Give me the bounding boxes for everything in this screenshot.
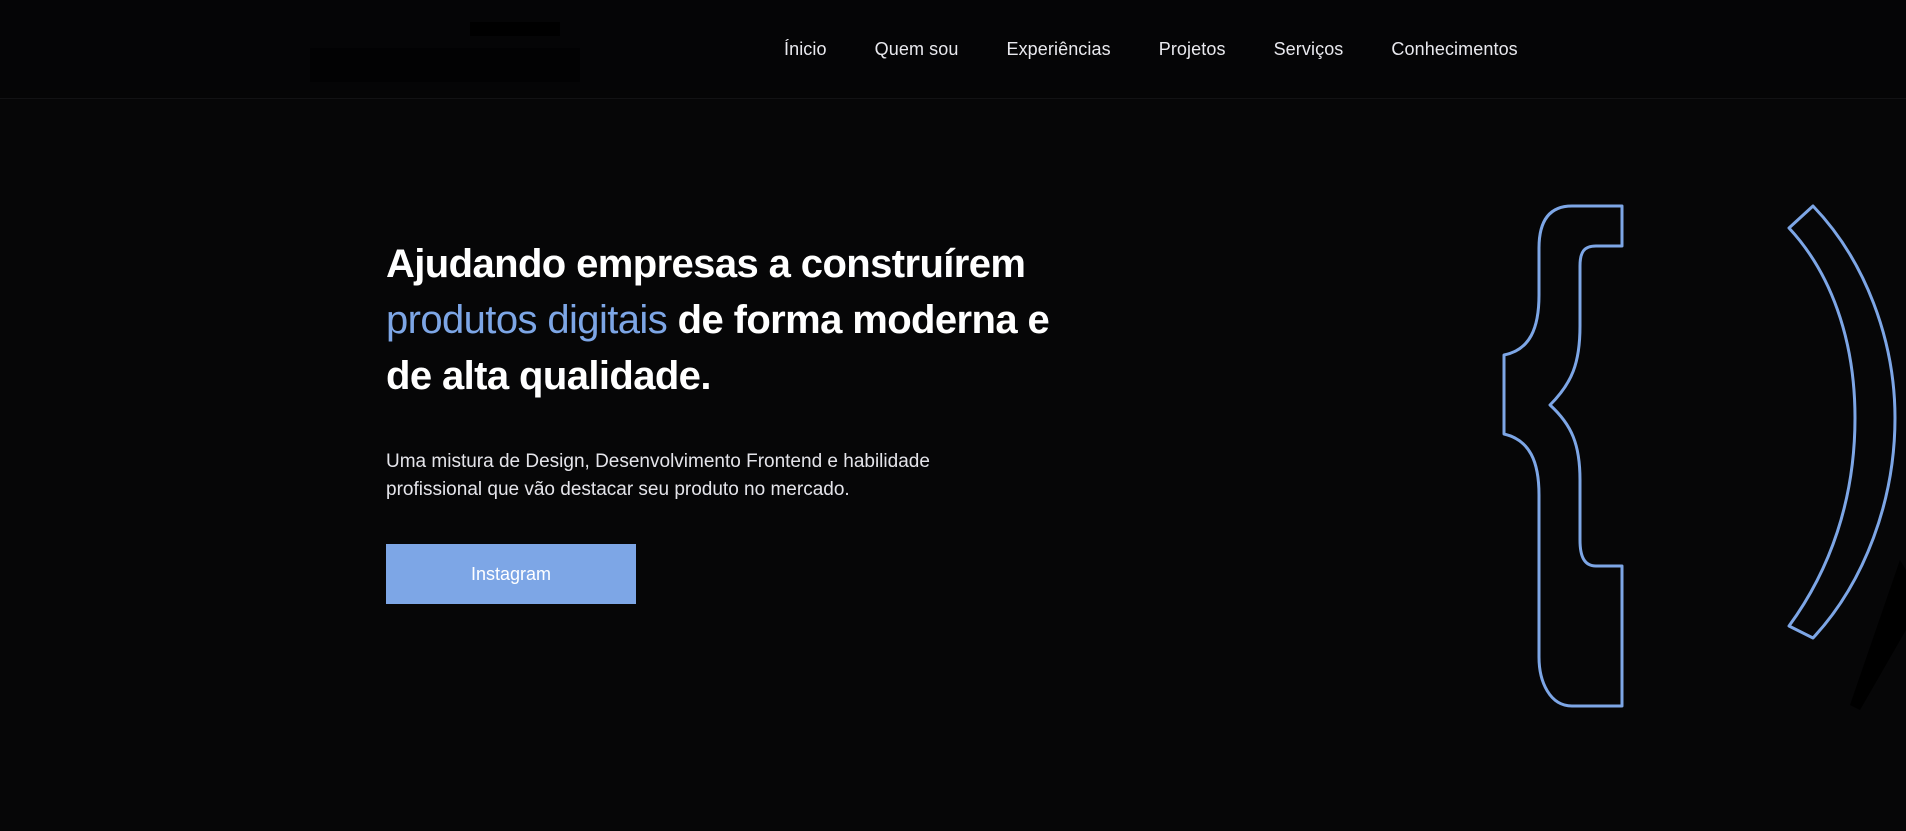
main-nav: Ínicio Quem sou Experiências Projetos Se…	[784, 0, 1518, 99]
hero-section: Ajudando empresas a construírem produtos…	[386, 236, 1066, 604]
code-braces-icon	[1470, 200, 1906, 710]
hero-headline: Ajudando empresas a construírem produtos…	[386, 236, 1066, 404]
logo[interactable]	[250, 18, 590, 88]
nav-link-quem-sou[interactable]: Quem sou	[875, 39, 959, 60]
nav-link-experiencias[interactable]: Experiências	[1006, 39, 1110, 60]
page: Ínicio Quem sou Experiências Projetos Se…	[0, 0, 1906, 831]
headline-text: Ajudando empresas a construírem	[386, 242, 1026, 286]
headline-accent: produtos digitais	[386, 298, 668, 342]
nav-link-conhecimentos[interactable]: Conhecimentos	[1391, 39, 1517, 60]
nav-link-projetos[interactable]: Projetos	[1159, 39, 1226, 60]
top-navbar: Ínicio Quem sou Experiências Projetos Se…	[0, 0, 1906, 99]
hero-subtitle: Uma mistura de Design, Desenvolvimento F…	[386, 451, 930, 500]
instagram-button[interactable]: Instagram	[386, 544, 636, 604]
nav-link-servicos[interactable]: Serviços	[1274, 39, 1344, 60]
nav-link-inicio[interactable]: Ínicio	[784, 39, 827, 60]
